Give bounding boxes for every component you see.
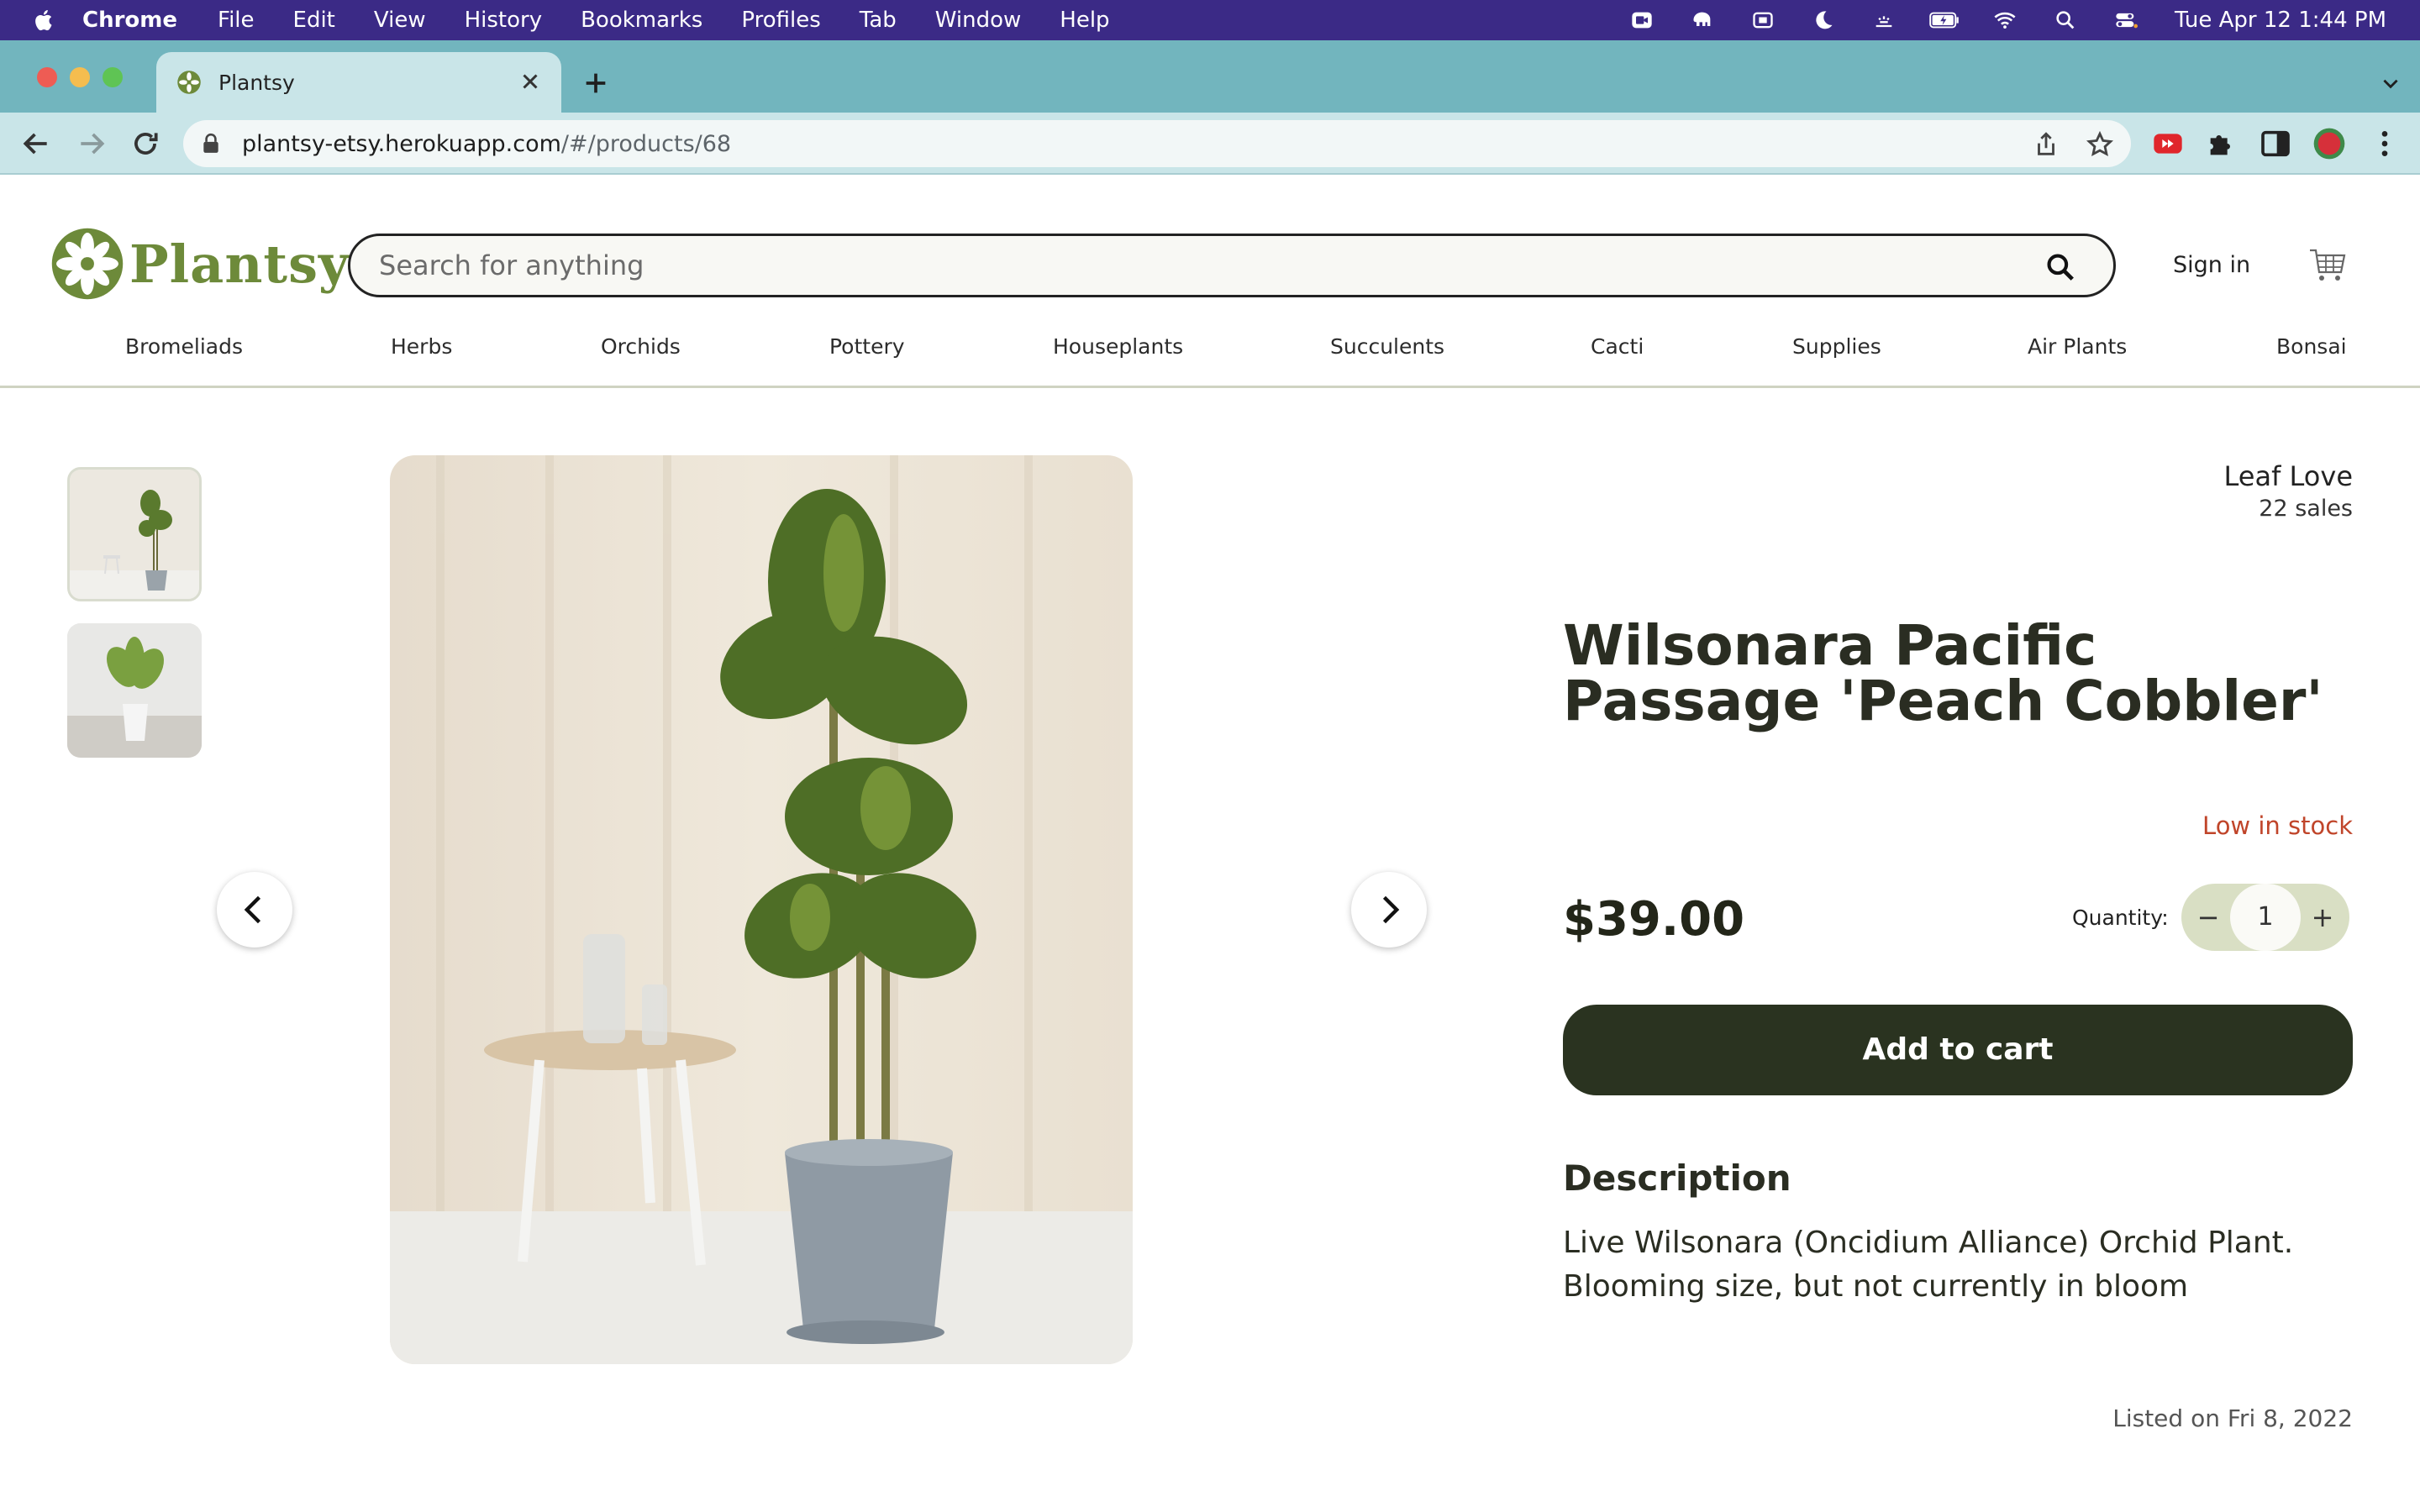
tab-search-chevron-icon[interactable] bbox=[2378, 72, 2403, 94]
cart-icon[interactable] bbox=[2307, 245, 2348, 284]
menu-file[interactable]: File bbox=[218, 8, 255, 33]
category-bromeliads[interactable]: Bromeliads bbox=[125, 334, 243, 359]
window-maximize-button[interactable] bbox=[103, 67, 123, 87]
category-pottery[interactable]: Pottery bbox=[829, 334, 905, 359]
window-close-button[interactable] bbox=[37, 67, 57, 87]
calathea-thumbnail-image bbox=[67, 623, 202, 758]
back-arrow-icon[interactable] bbox=[20, 128, 52, 160]
dracaena-thumbnail-image bbox=[70, 470, 199, 599]
new-tab-plus-icon[interactable] bbox=[581, 69, 610, 97]
share-icon[interactable] bbox=[2032, 130, 2060, 159]
site-header: Plantsy Sign in Bromeliads Herbs Orchids… bbox=[0, 175, 2420, 388]
category-nav: Bromeliads Herbs Orchids Pottery Housepl… bbox=[0, 334, 2420, 368]
menu-profiles[interactable]: Profiles bbox=[741, 8, 820, 33]
address-bar[interactable]: plantsy-etsy.herokuapp.com/#/products/68 bbox=[183, 120, 2131, 167]
search-icon[interactable] bbox=[2044, 251, 2076, 283]
wifi-icon[interactable] bbox=[1990, 8, 2020, 32]
macos-menu-bar: Chrome File Edit View History Bookmarks … bbox=[0, 0, 2420, 40]
moon-icon[interactable] bbox=[1808, 8, 1839, 32]
side-panel-icon[interactable] bbox=[2259, 127, 2292, 160]
reload-icon[interactable] bbox=[129, 128, 161, 160]
sign-in-link[interactable]: Sign in bbox=[2173, 252, 2250, 278]
shop-name-link[interactable]: Leaf Love bbox=[2224, 460, 2353, 492]
search-bar bbox=[348, 234, 2116, 297]
url-host: plantsy-etsy.herokuapp.com bbox=[242, 130, 561, 157]
bookmark-star-icon[interactable] bbox=[2086, 130, 2114, 159]
category-cacti[interactable]: Cacti bbox=[1591, 334, 1644, 359]
profile-avatar-icon[interactable] bbox=[2312, 127, 2346, 160]
shop-sales-count: 22 sales bbox=[2259, 496, 2353, 522]
product-main-image bbox=[390, 455, 1133, 1364]
menubar-clock[interactable]: Tue Apr 12 1:44 PM bbox=[2175, 8, 2386, 33]
product-price: $39.00 bbox=[1563, 892, 1745, 947]
menu-bookmarks[interactable]: Bookmarks bbox=[581, 8, 702, 33]
logo-wordmark: Plantsy bbox=[129, 233, 350, 295]
menubar-status-area: Tue Apr 12 1:44 PM bbox=[1627, 0, 2420, 40]
category-herbs[interactable]: Herbs bbox=[391, 334, 452, 359]
quantity-label: Quantity: bbox=[2072, 906, 2169, 930]
forward-arrow-icon[interactable] bbox=[76, 128, 108, 160]
category-houseplants[interactable]: Houseplants bbox=[1053, 334, 1183, 359]
stock-status: Low in stock bbox=[2202, 811, 2353, 840]
category-air-plants[interactable]: Air Plants bbox=[2028, 334, 2127, 359]
menu-edit[interactable]: Edit bbox=[293, 8, 335, 33]
camera-icon[interactable] bbox=[1627, 8, 1657, 32]
menu-window[interactable]: Window bbox=[935, 8, 1022, 33]
menu-tab[interactable]: Tab bbox=[860, 8, 897, 33]
screen-mirror-icon[interactable] bbox=[1748, 8, 1778, 32]
browser-tab-title: Plantsy bbox=[218, 70, 295, 95]
plantsy-flower-logo-icon bbox=[51, 228, 124, 300]
menubar-app-name[interactable]: Chrome bbox=[82, 8, 177, 33]
category-succulents[interactable]: Succulents bbox=[1330, 334, 1444, 359]
plantsy-logo[interactable]: Plantsy bbox=[50, 227, 350, 301]
elephant-app-icon[interactable] bbox=[1687, 8, 1718, 32]
previous-image-button[interactable] bbox=[217, 872, 292, 948]
spotlight-search-icon[interactable] bbox=[2050, 8, 2081, 32]
quantity-value[interactable]: 1 bbox=[2230, 884, 2301, 951]
search-input[interactable] bbox=[379, 249, 1975, 281]
browser-tab-active[interactable]: Plantsy bbox=[156, 52, 561, 113]
category-supplies[interactable]: Supplies bbox=[1792, 334, 1881, 359]
window-minimize-button[interactable] bbox=[70, 67, 90, 87]
lock-icon[interactable] bbox=[202, 133, 220, 155]
category-orchids[interactable]: Orchids bbox=[601, 334, 681, 359]
chevron-left-icon bbox=[244, 895, 261, 924]
listed-date: Listed on Fri 8, 2022 bbox=[2112, 1404, 2353, 1432]
product-title: Wilsonara Pacific Passage 'Peach Cobbler… bbox=[1563, 613, 2323, 733]
browser-menu-kebab-icon[interactable] bbox=[2368, 127, 2402, 160]
tab-close-icon[interactable] bbox=[518, 69, 543, 94]
address-bar-actions bbox=[2007, 130, 2114, 159]
battery-icon[interactable] bbox=[1929, 8, 1960, 32]
product-thumbnail-2[interactable] bbox=[67, 623, 202, 758]
next-image-button[interactable] bbox=[1351, 872, 1427, 948]
brightness-icon[interactable] bbox=[1869, 8, 1899, 32]
chevron-right-icon bbox=[1382, 895, 1400, 924]
control-center-icon[interactable] bbox=[2111, 8, 2141, 32]
quantity-increment-button[interactable]: + bbox=[2304, 899, 2341, 936]
menu-history[interactable]: History bbox=[465, 8, 543, 33]
apple-icon[interactable] bbox=[32, 8, 57, 33]
quantity-stepper: − 1 + bbox=[2181, 884, 2349, 951]
add-to-cart-button[interactable]: Add to cart bbox=[1563, 1005, 2353, 1095]
plantsy-favicon-icon bbox=[177, 71, 201, 94]
menu-help[interactable]: Help bbox=[1060, 8, 1109, 33]
dracaena-plant-photo bbox=[390, 455, 1133, 1364]
category-bonsai[interactable]: Bonsai bbox=[2276, 334, 2347, 359]
description-heading: Description bbox=[1563, 1158, 1791, 1199]
extensions-puzzle-icon[interactable] bbox=[2205, 127, 2238, 160]
quantity-decrement-button[interactable]: − bbox=[2190, 899, 2227, 936]
description-text: Live Wilsonara (Oncidium Alliance) Orchi… bbox=[1563, 1226, 2294, 1304]
url-path: /#/products/68 bbox=[560, 130, 732, 157]
youtube-extension-icon[interactable] bbox=[2151, 127, 2185, 160]
menu-view[interactable]: View bbox=[374, 8, 426, 33]
product-thumbnail-1[interactable] bbox=[67, 467, 202, 601]
